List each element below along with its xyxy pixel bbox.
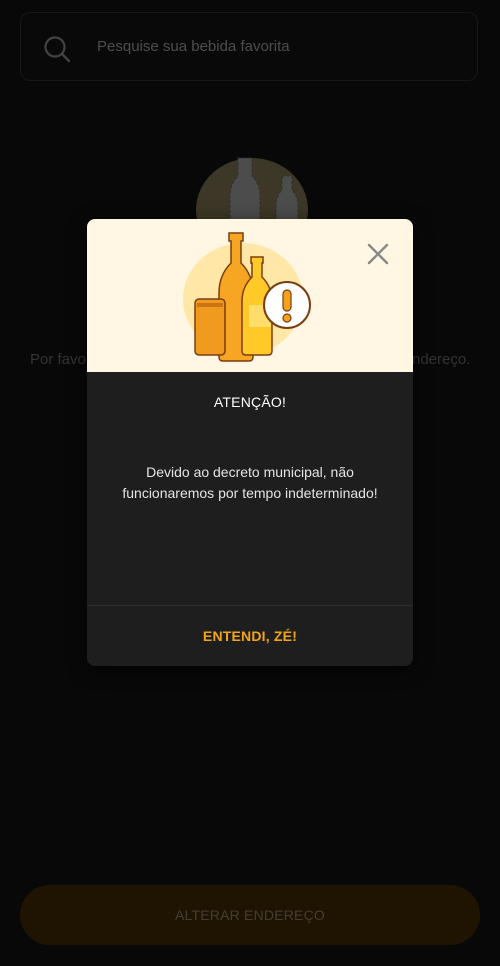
dialog-title: ATENÇÃO!: [213, 394, 287, 410]
drinks-warning-icon: [183, 232, 311, 362]
dialog-header: [87, 219, 413, 372]
confirm-button[interactable]: ENTENDI, ZÉ!: [87, 606, 413, 666]
close-icon[interactable]: [363, 239, 393, 269]
dialog-message: Devido ao decreto municipal, não funcion…: [122, 464, 378, 501]
attention-dialog: ATENÇÃO! Devido ao decreto municipal, nã…: [87, 219, 413, 666]
